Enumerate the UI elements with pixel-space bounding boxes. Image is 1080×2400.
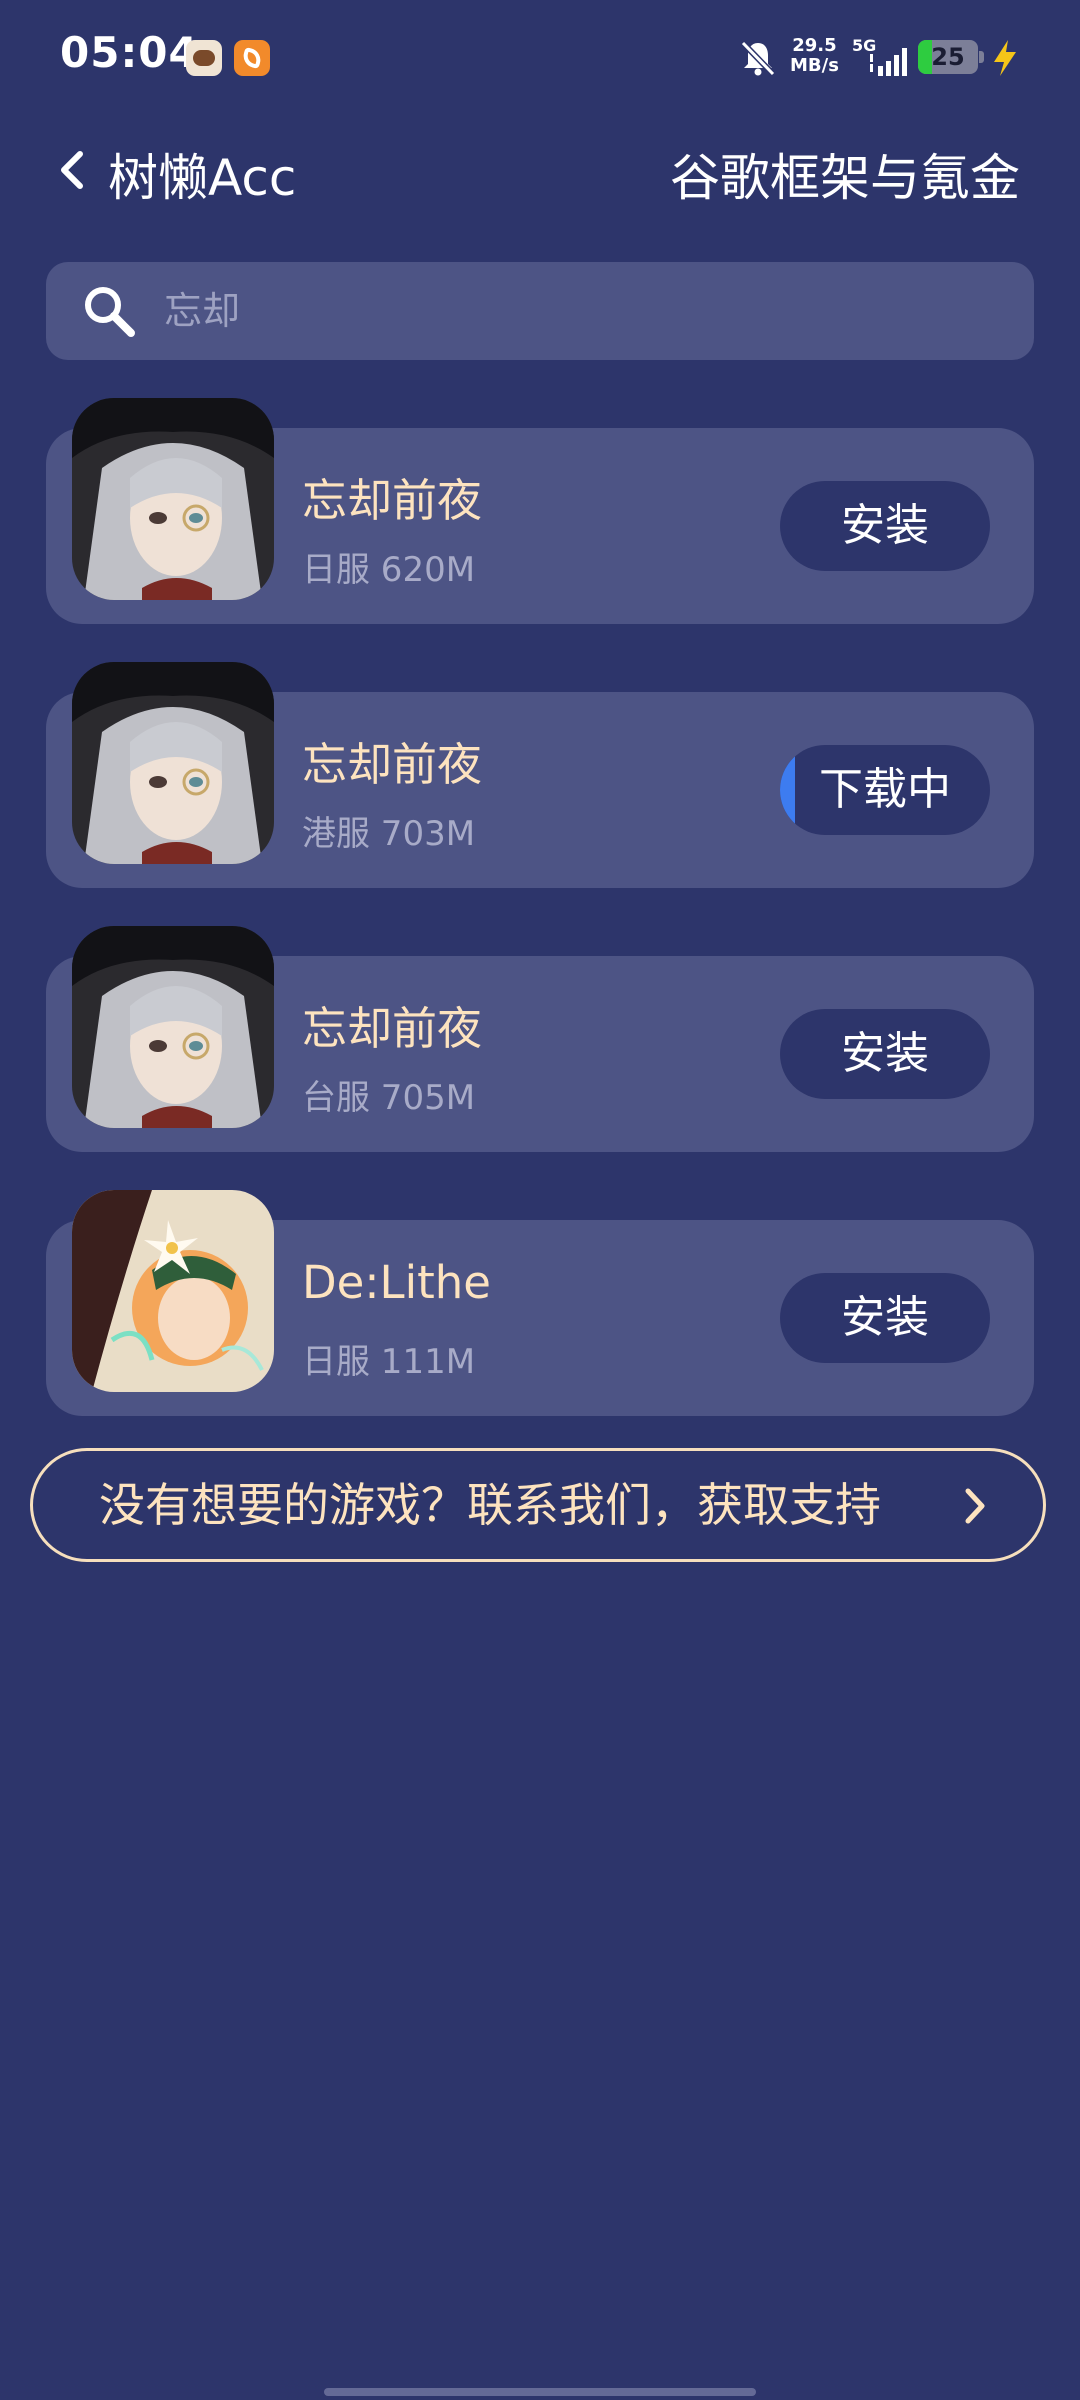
battery-icon: 25 xyxy=(918,40,984,74)
game-icon-wangque xyxy=(72,398,274,600)
game-name: 忘却前夜 xyxy=(302,474,483,527)
support-label: 没有想要的游戏？联系我们，获取支持 xyxy=(99,1478,881,1532)
charging-bolt-icon xyxy=(994,40,1016,76)
game-name: 忘却前夜 xyxy=(302,738,483,791)
network-speed: 29.5 MB/s xyxy=(790,35,839,76)
game-icon-wangque xyxy=(72,662,274,864)
signal-icon xyxy=(870,48,907,76)
game-meta: 台服 705M xyxy=(302,1078,476,1118)
app-icon-pig xyxy=(186,40,222,76)
status-bar: 05:04 29.5 MB/s 5G 25 xyxy=(0,0,1080,116)
app-icon-orange xyxy=(234,40,270,76)
back-chevron-icon[interactable] xyxy=(56,148,88,192)
install-button[interactable]: 安装 xyxy=(780,1273,990,1363)
game-name: De:Lithe xyxy=(302,1256,491,1309)
home-indicator[interactable] xyxy=(324,2388,756,2396)
search-icon xyxy=(85,287,135,337)
search-bar[interactable]: 忘却 xyxy=(46,262,1034,360)
bell-muted-icon xyxy=(740,40,776,77)
game-meta: 港服 703M xyxy=(302,814,476,854)
search-input[interactable]: 忘却 xyxy=(164,284,984,338)
install-button[interactable]: 安装 xyxy=(780,481,990,571)
game-meta: 日服 111M xyxy=(302,1342,476,1382)
chevron-right-icon xyxy=(965,1488,985,1524)
download-progress-bar xyxy=(780,745,795,835)
header-link-google-framework[interactable]: 谷歌框架与氪金 xyxy=(670,138,1020,210)
game-icon-wangque xyxy=(72,926,274,1128)
status-time: 05:04 xyxy=(60,28,199,77)
game-name: 忘却前夜 xyxy=(302,1002,483,1055)
page-title: 树懒Acc xyxy=(108,149,297,207)
downloading-button[interactable]: 下载中 xyxy=(780,745,990,835)
game-icon-delithe xyxy=(72,1190,274,1392)
contact-support-button[interactable]: 没有想要的游戏？联系我们，获取支持 xyxy=(30,1448,1046,1562)
game-meta: 日服 620M xyxy=(302,550,476,590)
install-button[interactable]: 安装 xyxy=(780,1009,990,1099)
